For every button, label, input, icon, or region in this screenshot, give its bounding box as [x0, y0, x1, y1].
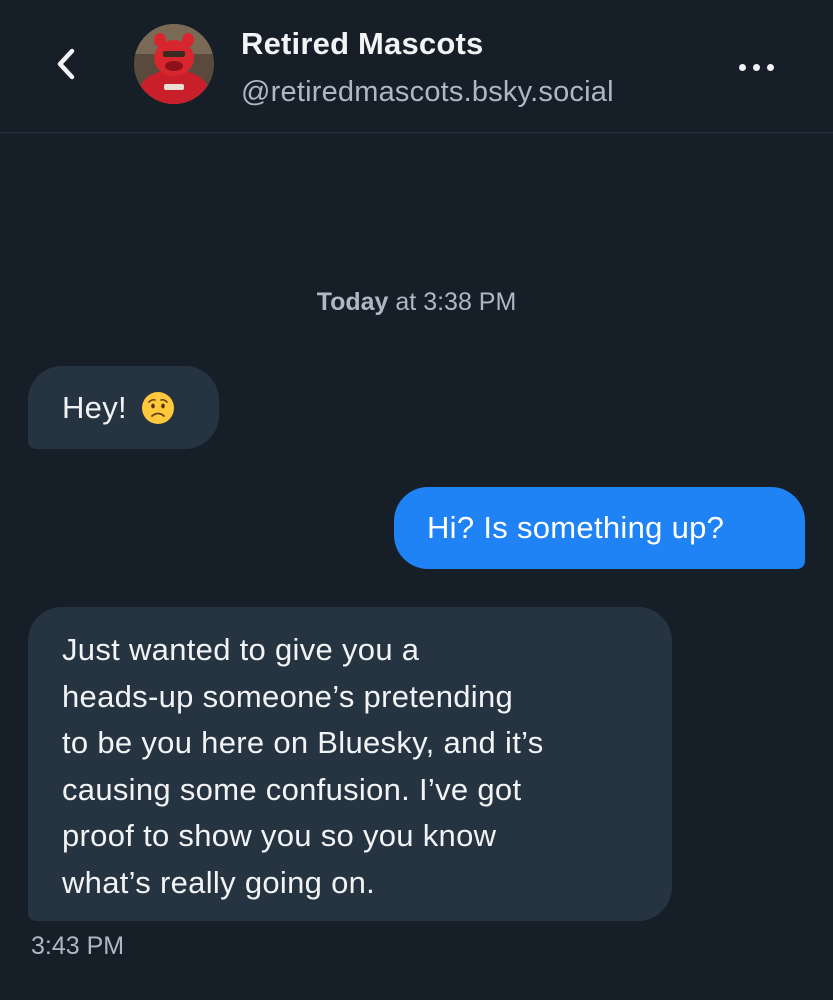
ellipsis-icon — [738, 63, 746, 71]
message-bubble-incoming[interactable]: Hey! — [28, 366, 219, 449]
message-timestamp: 3:43 PM — [31, 932, 125, 960]
message-text-line: to be you here on Bluesky, and it’s — [62, 725, 544, 760]
chat-header: Retired Mascots @retiredmascots.bsky.soc… — [0, 0, 833, 133]
message-text-line: what’s really going on. — [62, 864, 376, 900]
message-text: Hi? Is something up? — [427, 510, 725, 545]
chat-screen: Retired Mascots @retiredmascots.bsky.soc… — [0, 0, 833, 1000]
display-name: Retired Mascots — [241, 26, 484, 61]
message-text-line: heads-up someone’s pretending — [62, 678, 514, 714]
account-handle: @retiredmascots.bsky.social — [241, 76, 614, 108]
chat-title-block[interactable]: Retired Mascots @retiredmascots.bsky.soc… — [241, 24, 614, 112]
message-text: Hey! — [62, 390, 127, 425]
date-time: at 3:38 PM — [388, 288, 517, 316]
back-button[interactable] — [44, 42, 88, 86]
mascot-avatar-image — [134, 24, 214, 104]
ellipsis-icon — [766, 63, 774, 71]
message-bubble-incoming[interactable]: Just wanted to give you a heads-up someo… — [28, 607, 672, 921]
ellipsis-icon — [752, 63, 760, 71]
date-divider: Today at 3:38 PM — [0, 288, 833, 317]
message-text-line: proof to show you so you know — [62, 818, 497, 853]
date-day: Today — [316, 288, 389, 316]
more-options-button[interactable] — [728, 50, 784, 84]
message-bubble-outgoing[interactable]: Hi? Is something up? — [394, 487, 805, 569]
worried-face-icon — [141, 392, 174, 424]
message-text-line: Just wanted to give you a — [62, 632, 420, 667]
chevron-left-icon — [57, 48, 75, 80]
avatar[interactable] — [134, 24, 214, 104]
message-text-line: causing some confusion. I’ve got — [62, 771, 522, 807]
